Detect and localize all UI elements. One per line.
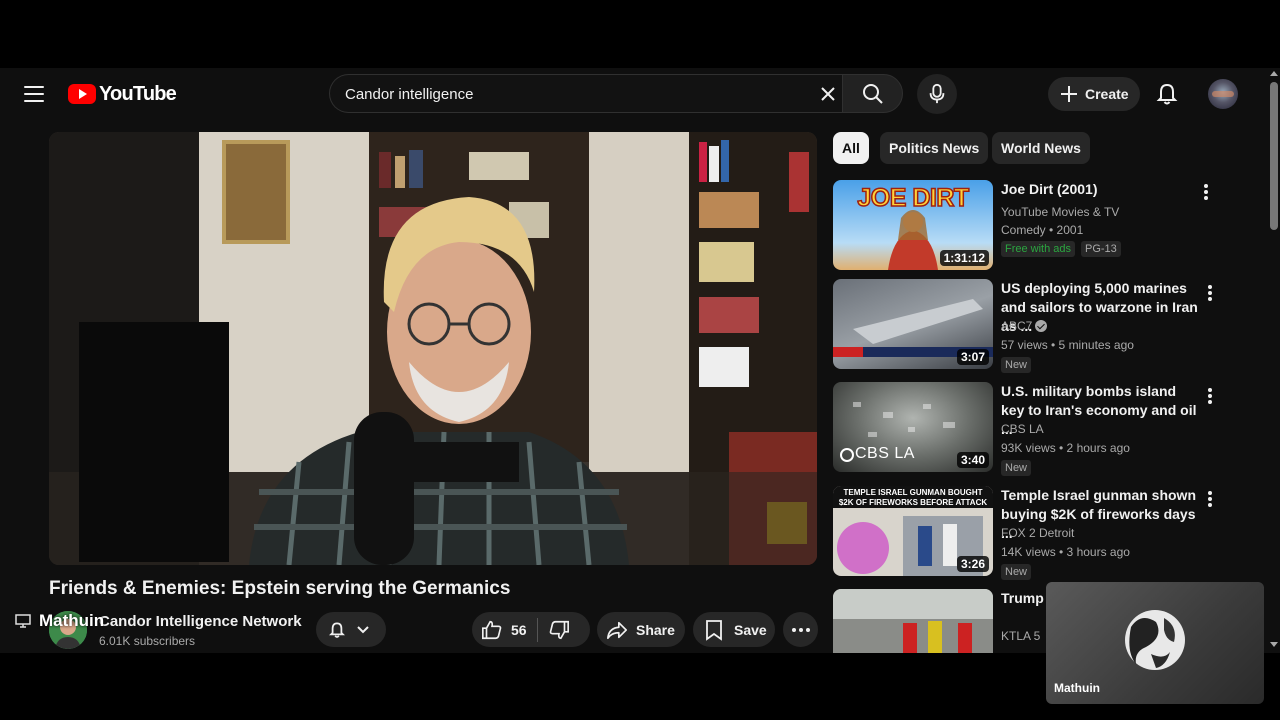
chip-politics-news[interactable]: Politics News — [880, 132, 989, 164]
verified-icon — [1035, 320, 1048, 332]
logo-text: YouTube — [99, 82, 177, 105]
menu-icon[interactable] — [24, 86, 44, 102]
subscriber-count: 6.01K subscribers — [99, 634, 196, 648]
more-vertical-icon[interactable] — [1196, 182, 1216, 202]
video-duration: 3:07 — [956, 349, 989, 365]
recommendation-item[interactable]: TEMPLE ISRAEL GUNMAN BOUGHT $2K OF FIREW… — [833, 486, 1233, 580]
recommendation-item[interactable]: 3:07 US deploying 5,000 marines and sail… — [833, 279, 1233, 373]
save-label: Save — [734, 621, 767, 638]
presenter-overlay: Mathuin — [15, 611, 104, 631]
thumbnail-title-text: JOE DIRT — [857, 183, 970, 213]
share-icon — [607, 621, 627, 639]
video-thumbnail: 3:07 — [833, 279, 993, 369]
video-duration: 3:26 — [956, 556, 989, 572]
new-badge: New — [1001, 564, 1032, 580]
share-button[interactable]: Share — [597, 612, 685, 647]
plus-icon — [1061, 86, 1077, 102]
search-button[interactable] — [842, 74, 903, 113]
screen-share-icon — [15, 614, 31, 628]
channel-name[interactable]: KTLA 5 — [1001, 629, 1040, 643]
more-horizontal-icon — [792, 627, 810, 632]
youtube-app: YouTube Create — [0, 68, 1280, 653]
free-with-ads-badge: Free with ads — [1001, 241, 1076, 257]
screen-top-border — [0, 0, 1280, 68]
video-title: Friends & Enemies: Epstein serving the G… — [49, 578, 511, 599]
chip-world-news[interactable]: World News — [992, 132, 1090, 164]
new-badge: New — [1001, 357, 1032, 373]
like-count: 56 — [511, 621, 527, 638]
save-button[interactable]: Save — [693, 612, 775, 647]
video-meta: 93K views • 2 hours ago — [1001, 441, 1130, 455]
thumbnail-image — [833, 589, 993, 653]
more-actions-button[interactable] — [783, 612, 818, 647]
dislike-button[interactable] — [538, 612, 570, 647]
chip-all[interactable]: All — [833, 132, 869, 164]
thumbs-up-icon — [482, 620, 502, 639]
video-title: Joe Dirt (2001) — [1001, 181, 1098, 197]
video-frame — [49, 132, 817, 565]
webcam-overlay: Mathuin — [1046, 582, 1264, 704]
video-duration: 1:31:12 — [939, 250, 989, 266]
presenter-name: Mathuin — [39, 611, 105, 630]
youtube-play-icon — [68, 84, 96, 104]
more-vertical-icon[interactable] — [1200, 386, 1220, 406]
search-icon — [863, 84, 883, 104]
video-thumbnail — [833, 589, 993, 653]
notifications-bell-icon[interactable] — [1152, 79, 1182, 109]
channel-name[interactable]: FOX 2 Detroit — [1001, 526, 1074, 540]
create-label: Create — [1085, 86, 1129, 102]
video-player[interactable] — [49, 132, 817, 565]
more-vertical-icon[interactable] — [1200, 489, 1220, 509]
like-dislike-group: 56 — [472, 612, 590, 647]
video-thumbnail: CBS LA 3:40 — [833, 382, 993, 472]
channel-name-text: ABC7 — [1001, 319, 1033, 333]
channel-actions-row: Candor Intelligence Network 6.01K subscr… — [0, 606, 830, 653]
search-input[interactable] — [345, 84, 795, 104]
clear-icon[interactable] — [817, 83, 839, 105]
channel-name[interactable]: CBS LA — [1001, 422, 1044, 436]
scroll-up-arrow-icon[interactable] — [1270, 71, 1278, 76]
video-meta: 57 views • 5 minutes ago — [1001, 338, 1134, 352]
subscription-bell-button[interactable] — [316, 612, 386, 647]
thumbnail-headline-text: TEMPLE ISRAEL GUNMAN BOUGHT $2K OF FIREW… — [838, 488, 988, 507]
rating-badge: PG-13 — [1081, 241, 1121, 257]
channel-name[interactable]: ABC7 — [1001, 319, 1048, 333]
thumbnail-logo-text: CBS LA — [855, 445, 915, 462]
bell-icon — [329, 622, 345, 638]
video-meta: Comedy • 2001 — [1001, 223, 1084, 237]
chevron-down-icon — [357, 625, 369, 633]
bookmark-icon — [706, 619, 722, 641]
microphone-icon — [929, 83, 945, 104]
scrollbar-thumb[interactable] — [1270, 82, 1278, 230]
account-avatar[interactable] — [1208, 79, 1238, 109]
new-badge: New — [1001, 460, 1032, 476]
youtube-logo[interactable]: YouTube — [68, 82, 177, 106]
video-meta: 14K views • 3 hours ago — [1001, 545, 1130, 559]
recommendation-item[interactable]: JOE DIRT 1:31:12 Joe Dirt (2001) YouTube… — [833, 180, 1233, 272]
page-scrollbar[interactable] — [1268, 68, 1280, 653]
search-box — [329, 74, 842, 113]
more-vertical-icon[interactable] — [1200, 283, 1220, 303]
webcam-name-label: Mathuin — [1054, 681, 1100, 695]
scroll-down-arrow-icon[interactable] — [1270, 642, 1278, 647]
recommendation-item[interactable]: CBS LA 3:40 U.S. military bombs island k… — [833, 382, 1233, 476]
like-button[interactable]: 56 — [472, 612, 527, 647]
channel-name[interactable]: Candor Intelligence Network — [99, 613, 302, 630]
video-thumbnail: JOE DIRT 1:31:12 — [833, 180, 993, 270]
create-button[interactable]: Create — [1048, 77, 1140, 111]
voice-search-button[interactable] — [917, 74, 957, 114]
video-thumbnail: TEMPLE ISRAEL GUNMAN BOUGHT $2K OF FIREW… — [833, 486, 993, 576]
share-label: Share — [636, 621, 675, 638]
channel-name[interactable]: YouTube Movies & TV — [1001, 205, 1119, 219]
thumbs-down-icon — [549, 620, 569, 639]
video-duration: 3:40 — [956, 452, 989, 468]
